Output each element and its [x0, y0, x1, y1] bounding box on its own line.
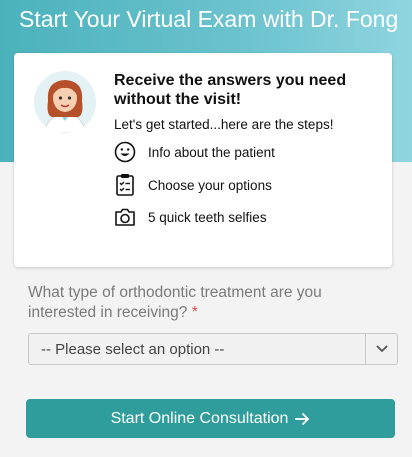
- card-heading: Receive the answers you need without the…: [114, 72, 347, 108]
- select-value: -- Please select an option --: [41, 340, 225, 358]
- intro-card: Receive the answers you need without the…: [14, 53, 392, 267]
- treatment-type-select[interactable]: -- Please select an option --: [28, 333, 398, 365]
- step-label: Info about the patient: [148, 144, 275, 160]
- step-patient-info: Info about the patient: [114, 140, 374, 164]
- step-choose-options: Choose your options: [114, 173, 374, 197]
- chevron-down-icon[interactable]: [365, 334, 397, 364]
- card-subheading: Let's get started...here are the steps!: [114, 117, 334, 132]
- step-label: 5 quick teeth selfies: [148, 209, 267, 225]
- step-label: Choose your options: [148, 177, 272, 193]
- camera-icon: [114, 205, 136, 229]
- required-marker: *: [191, 304, 198, 321]
- step-teeth-selfies: 5 quick teeth selfies: [114, 205, 374, 229]
- treatment-question-label: What type of orthodontic treatment are y…: [28, 283, 368, 323]
- doctor-avatar: [34, 71, 96, 133]
- start-consultation-button[interactable]: Start Online Consultation: [26, 399, 395, 438]
- arrow-right-icon: [294, 412, 310, 426]
- clipboard-checklist-icon: [114, 173, 136, 197]
- smiley-icon: [114, 140, 136, 164]
- button-label: Start Online Consultation: [110, 409, 289, 427]
- page-title: Start Your Virtual Exam with Dr. Fong: [19, 6, 399, 32]
- question-text: What type of orthodontic treatment are y…: [28, 284, 322, 321]
